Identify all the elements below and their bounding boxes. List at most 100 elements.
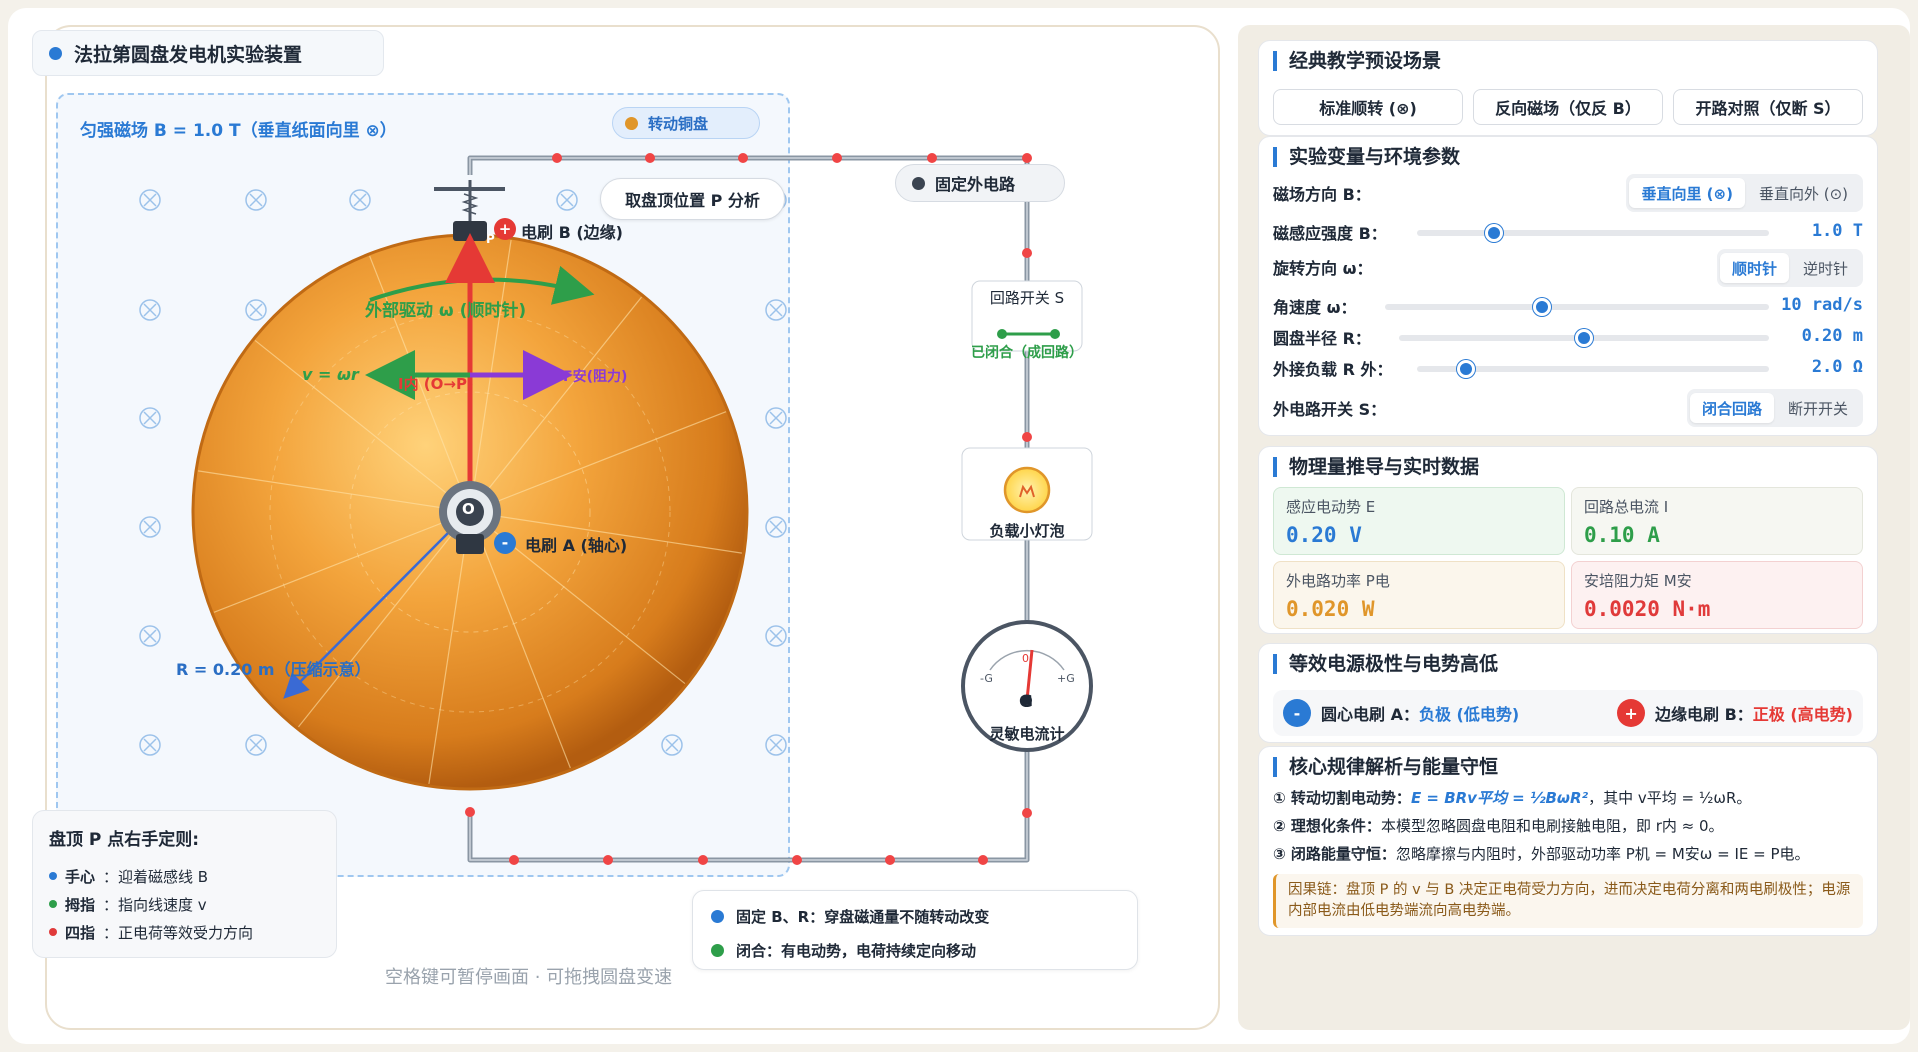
switch-toggle: 闭合回路 断开开关 [1686, 389, 1863, 427]
radius-slider[interactable] [1399, 329, 1769, 347]
laws-card: 核心规律解析与能量守恒 ① 转动切割电动势：E = BRv平均 = ½BωR²，… [1258, 746, 1878, 936]
status-row-flux: 固定 B、R：穿盘磁通量不随转动改变 [711, 901, 1119, 931]
field-into-page-icon [139, 299, 161, 321]
strength-label: 磁感应强度 B： [1273, 224, 1387, 243]
galvanometer-label: 灵敏电流计 [989, 725, 1065, 743]
metric-torque-value: 0.0020 N·m [1584, 597, 1711, 621]
stage-title-text: 法拉第圆盘发电机实验装置 [74, 43, 303, 66]
rot-dir-cw-option[interactable]: 顺时针 [1719, 253, 1789, 283]
brush-a-label: 电刷 A (轴心) [525, 536, 628, 555]
field-dir-in-option[interactable]: 垂直向里 (⊗) [1629, 178, 1745, 208]
circuit-tag-text: 固定外电路 [935, 175, 1016, 194]
field-into-page-icon [556, 189, 578, 211]
polarity-bar: - 圆心电刷 A： 负极 (低电势) + 边缘电刷 B： 正极 (高电势) [1273, 690, 1863, 736]
rot-dir-label: 旋转方向 ω： [1273, 259, 1373, 278]
keyboard-hint: 空格键可暂停画面 · 可拖拽圆盘变速 [385, 967, 673, 988]
axis-o-label: O [462, 500, 475, 518]
rot-dir-toggle: 顺时针 逆时针 [1716, 249, 1863, 287]
switch-param-label: 外电路开关 S： [1273, 400, 1387, 419]
law-energy-head: ③ 闭路能量守恒： [1273, 845, 1396, 863]
rot-dir-ccw-option[interactable]: 逆时针 [1791, 253, 1860, 283]
velocity-label: v = ωr [302, 365, 359, 384]
field-into-page-icon [765, 734, 787, 756]
law-ideal-text: 本模型忽略圆盘电阻和电刷接触电阻，即 r内 ≈ 0。 [1380, 817, 1724, 835]
inner-current-label: I内 (O→P) [398, 375, 474, 393]
disk-tag: 转动铜盘 [612, 107, 760, 139]
radius-value: 0.20 m [1801, 326, 1863, 346]
drive-label: 外部驱动 ω (顺时针) [365, 301, 527, 321]
omega-value: 10 rad/s [1781, 295, 1863, 315]
metric-current: 回路总电流 I 0.10 A [1571, 487, 1863, 555]
params-title: 实验变量与环境参数 [1273, 147, 1460, 167]
svg-text:+: + [499, 220, 512, 238]
switch-closed-option[interactable]: 闭合回路 [1689, 393, 1774, 423]
bulb-label: 负载小灯泡 [989, 522, 1065, 540]
metric-current-label: 回路总电流 I [1584, 498, 1669, 516]
rule-dot-fingers [49, 928, 57, 936]
switch-open-option[interactable]: 断开开关 [1776, 393, 1860, 423]
metric-emf-value: 0.20 V [1286, 523, 1362, 547]
field-into-page-icon [139, 734, 161, 756]
load-value: 2.0 Ω [1811, 357, 1863, 377]
omega-slider[interactable] [1385, 298, 1769, 316]
metric-power-value: 0.020 W [1286, 597, 1375, 621]
field-into-page-icon [765, 407, 787, 429]
metric-current-value: 0.10 A [1584, 523, 1660, 547]
metric-emf-label: 感应电动势 E [1286, 498, 1376, 516]
presets-card: 经典教学预设场景 标准顺转 (⊗) 反向磁场（仅反 B） 开路对照（仅断 S） [1258, 40, 1878, 136]
brush-b-polarity-value: 正极 (高电势) [1752, 705, 1853, 724]
force-label: F安(阻力) [563, 369, 628, 385]
preset-standard-button[interactable]: 标准顺转 (⊗) [1273, 89, 1463, 125]
galv-letter: G [1019, 692, 1033, 712]
radius-slider-knob[interactable] [1575, 329, 1593, 347]
field-into-page-icon [139, 407, 161, 429]
analyze-point-p-button[interactable]: 取盘顶位置 P 分析 [600, 178, 785, 220]
metrics-card: 物理量推导与实时数据 感应电动势 E 0.20 V 回路总电流 I 0.10 A… [1258, 446, 1878, 634]
galv-minus: -G [980, 672, 993, 685]
metric-power-label: 外电路功率 P电 [1286, 572, 1390, 590]
strength-slider[interactable] [1417, 224, 1769, 242]
status-dot-flux [711, 909, 724, 923]
law-energy-text: 忽略摩擦与内阻时，外部驱动功率 P机 = M安ω = IE = P电。 [1395, 845, 1810, 863]
disk-tag-dot [625, 116, 638, 130]
rule-card-title: 盘顶 P 点右手定则: [49, 830, 200, 850]
law-ideal: ② 理想化条件：本模型忽略圆盘电阻和电刷接触电阻，即 r内 ≈ 0。 [1273, 815, 1871, 836]
law-emf-tail: ，其中 v平均 = ½ωR。 [1588, 789, 1752, 807]
status-dot-closed [711, 943, 724, 957]
polarity-title: 等效电源极性与电势高低 [1273, 654, 1498, 674]
disk-tag-text: 转动铜盘 [648, 114, 709, 133]
load-slider[interactable] [1417, 360, 1769, 378]
law-energy: ③ 闭路能量守恒：忽略摩擦与内阻时，外部驱动功率 P机 = M安ω = IE =… [1273, 843, 1871, 864]
positive-pole-icon: + [1617, 699, 1646, 727]
field-into-page-icon [245, 734, 267, 756]
rule-row-thumb: 拇指 ：指向线速度 v [49, 890, 320, 918]
rule-text-fingers: ：正电荷等效受力方向 [103, 923, 254, 942]
field-into-page-icon [661, 734, 683, 756]
field-into-page-icon [245, 299, 267, 321]
law-emf: ① 转动切割电动势：E = BRv平均 = ½BωR²，其中 v平均 = ½ωR… [1273, 787, 1871, 808]
right-hand-rule-card: 盘顶 P 点右手定则: 手心 ：迎着磁感线 B 拇指 ：指向线速度 v 四指 ：正电荷… [32, 810, 337, 958]
metric-power: 外电路功率 P电 0.020 W [1273, 561, 1565, 629]
brush-a-polarity-value: 负极 (低电势) [1418, 705, 1520, 724]
rule-key-thumb: 拇指 [65, 895, 96, 914]
negative-pole-icon: - [1283, 699, 1311, 727]
metrics-title: 物理量推导与实时数据 [1273, 457, 1479, 477]
radius-label: R = 0.20 m（压缩示意） [176, 660, 371, 679]
preset-open-circuit-button[interactable]: 开路对照（仅断 S） [1673, 89, 1863, 125]
field-dir-out-option[interactable]: 垂直向外 (⊙) [1747, 178, 1860, 208]
params-card: 实验变量与环境参数 磁场方向 B： 垂直向里 (⊗) 垂直向外 (⊙) 磁感应强… [1258, 136, 1878, 436]
circuit-tag: 固定外电路 [895, 164, 1065, 202]
title-dot [49, 46, 62, 60]
rule-dot-palm [49, 872, 57, 880]
field-into-page-icon [765, 625, 787, 647]
preset-reverse-field-button[interactable]: 反向磁场（仅反 B） [1473, 89, 1663, 125]
law-emf-head: ① 转动切割电动势： [1273, 789, 1411, 807]
stage-title: 法拉第圆盘发电机实验装置 [32, 30, 384, 76]
field-into-page-icon [765, 516, 787, 538]
galv-zero: 0 [1022, 652, 1029, 665]
field-into-page-icon [765, 299, 787, 321]
load-label: 外接负载 R 外： [1273, 360, 1393, 379]
field-into-page-icon [139, 625, 161, 647]
status-text-closed: 闭合：有电动势，电荷持续定向移动 [736, 941, 977, 960]
field-into-page-icon [349, 189, 371, 211]
